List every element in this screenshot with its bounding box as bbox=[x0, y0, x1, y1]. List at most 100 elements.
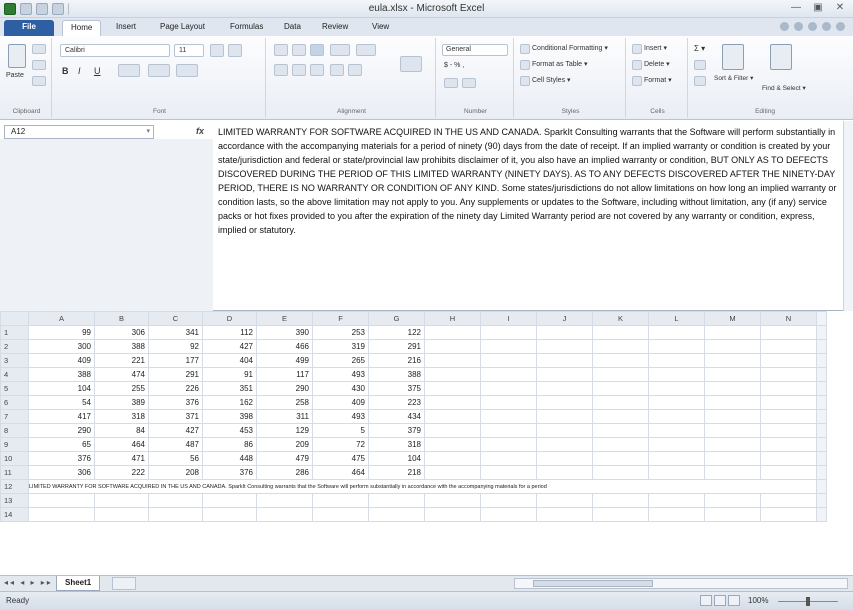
table-cell[interactable] bbox=[312, 507, 369, 522]
table-cell[interactable]: 54 bbox=[28, 395, 95, 410]
table-cell[interactable] bbox=[480, 409, 537, 424]
column-header[interactable]: L bbox=[648, 311, 705, 326]
column-header[interactable]: K bbox=[592, 311, 649, 326]
column-header[interactable]: N bbox=[760, 311, 817, 326]
table-cell[interactable]: 112 bbox=[202, 325, 257, 340]
row-header[interactable]: 8 bbox=[0, 423, 29, 438]
table-cell[interactable] bbox=[536, 395, 593, 410]
table-cell[interactable] bbox=[760, 339, 817, 354]
minimize-doc-icon[interactable] bbox=[808, 22, 817, 31]
column-header[interactable]: C bbox=[148, 311, 203, 326]
table-cell[interactable]: 104 bbox=[368, 451, 425, 466]
table-cell[interactable] bbox=[202, 493, 257, 508]
sheet-tab-sheet1[interactable]: Sheet1 bbox=[56, 576, 101, 591]
zoom-slider-thumb[interactable] bbox=[806, 597, 810, 606]
table-cell[interactable] bbox=[536, 437, 593, 452]
table-cell[interactable] bbox=[648, 325, 705, 340]
table-cell[interactable]: 177 bbox=[148, 353, 203, 368]
table-cell[interactable] bbox=[368, 507, 425, 522]
table-cell[interactable] bbox=[760, 409, 817, 424]
scrollbar-track[interactable] bbox=[816, 451, 827, 466]
find-select-label[interactable]: Find & Select ▾ bbox=[762, 84, 806, 92]
cell-styles-icon[interactable] bbox=[520, 76, 530, 86]
table-cell[interactable]: 226 bbox=[148, 381, 203, 396]
cell-styles-button[interactable]: Cell Styles ▾ bbox=[532, 76, 571, 84]
column-header[interactable]: H bbox=[424, 311, 481, 326]
clear-icon[interactable] bbox=[694, 76, 706, 86]
column-header[interactable]: E bbox=[256, 311, 313, 326]
align-right-icon[interactable] bbox=[310, 64, 324, 76]
tab-home[interactable]: Home bbox=[62, 20, 102, 36]
table-cell[interactable] bbox=[148, 507, 203, 522]
table-cell[interactable] bbox=[592, 451, 649, 466]
table-cell[interactable]: 223 bbox=[368, 395, 425, 410]
table-cell[interactable]: 258 bbox=[256, 395, 313, 410]
table-cell[interactable] bbox=[424, 381, 481, 396]
tab-view[interactable]: View bbox=[364, 20, 397, 36]
table-cell[interactable] bbox=[148, 493, 203, 508]
sort-filter-label[interactable]: Sort & Filter ▾ bbox=[714, 74, 753, 82]
scrollbar-track[interactable] bbox=[816, 409, 827, 424]
table-cell[interactable]: 379 bbox=[368, 423, 425, 438]
table-cell[interactable] bbox=[480, 465, 537, 480]
table-cell[interactable] bbox=[536, 381, 593, 396]
table-cell[interactable] bbox=[760, 507, 817, 522]
table-cell[interactable]: 218 bbox=[368, 465, 425, 480]
row-header[interactable]: 10 bbox=[0, 451, 29, 466]
paste-icon[interactable] bbox=[8, 44, 26, 68]
table-cell[interactable]: 221 bbox=[94, 353, 149, 368]
table-cell[interactable] bbox=[760, 437, 817, 452]
table-cell[interactable]: 216 bbox=[368, 353, 425, 368]
selected-cell-a12[interactable]: LIMITED WARRANTY FOR SOFTWARE ACQUIRED I… bbox=[28, 479, 817, 494]
table-cell[interactable]: 376 bbox=[28, 451, 95, 466]
scrollbar-track[interactable] bbox=[816, 325, 827, 340]
table-cell[interactable] bbox=[592, 465, 649, 480]
table-cell[interactable]: 117 bbox=[256, 367, 313, 382]
table-cell[interactable] bbox=[760, 423, 817, 438]
insert-sheet-icon[interactable] bbox=[112, 577, 136, 590]
table-cell[interactable] bbox=[424, 437, 481, 452]
scrollbar-track[interactable] bbox=[816, 423, 827, 438]
close-button[interactable]: ✕ bbox=[833, 2, 847, 14]
align-top-icon[interactable] bbox=[274, 44, 288, 56]
table-cell[interactable]: 56 bbox=[148, 451, 203, 466]
table-cell[interactable]: 487 bbox=[148, 437, 203, 452]
table-cell[interactable]: 162 bbox=[202, 395, 257, 410]
table-cell[interactable] bbox=[704, 451, 761, 466]
table-cell[interactable] bbox=[704, 325, 761, 340]
table-cell[interactable]: 351 bbox=[202, 381, 257, 396]
table-cell[interactable]: 306 bbox=[28, 465, 95, 480]
table-cell[interactable] bbox=[648, 451, 705, 466]
align-left-icon[interactable] bbox=[274, 64, 288, 76]
page-break-view-icon[interactable] bbox=[728, 595, 740, 606]
table-cell[interactable]: 430 bbox=[312, 381, 369, 396]
decrease-decimal-icon[interactable] bbox=[462, 78, 476, 88]
scrollbar-track[interactable] bbox=[816, 437, 827, 452]
table-cell[interactable]: 434 bbox=[368, 409, 425, 424]
row-header[interactable]: 9 bbox=[0, 437, 29, 452]
formula-content[interactable]: LIMITED WARRANTY FOR SOFTWARE ACQUIRED I… bbox=[218, 125, 840, 237]
table-cell[interactable]: 84 bbox=[94, 423, 149, 438]
sheet-nav-buttons[interactable]: ◂◂ ◂ ▸ ▸▸ bbox=[4, 578, 53, 587]
table-cell[interactable]: 290 bbox=[256, 381, 313, 396]
table-cell[interactable]: 265 bbox=[312, 353, 369, 368]
align-middle-icon[interactable] bbox=[292, 44, 306, 56]
table-cell[interactable] bbox=[760, 493, 817, 508]
table-cell[interactable] bbox=[536, 451, 593, 466]
scrollbar-track[interactable] bbox=[816, 339, 827, 354]
collapse-ribbon-icon[interactable] bbox=[780, 22, 789, 31]
scrollbar-track[interactable] bbox=[816, 493, 827, 508]
table-cell[interactable] bbox=[704, 437, 761, 452]
table-cell[interactable] bbox=[536, 423, 593, 438]
table-cell[interactable] bbox=[648, 493, 705, 508]
table-cell[interactable] bbox=[94, 493, 149, 508]
table-cell[interactable] bbox=[648, 437, 705, 452]
table-cell[interactable]: 72 bbox=[312, 437, 369, 452]
conditional-formatting-icon[interactable] bbox=[520, 44, 530, 54]
table-cell[interactable]: 209 bbox=[256, 437, 313, 452]
table-cell[interactable]: 464 bbox=[94, 437, 149, 452]
column-header[interactable]: B bbox=[94, 311, 149, 326]
insert-function-button[interactable]: fx bbox=[196, 126, 204, 136]
table-cell[interactable]: 475 bbox=[312, 451, 369, 466]
column-header[interactable]: A bbox=[28, 311, 95, 326]
